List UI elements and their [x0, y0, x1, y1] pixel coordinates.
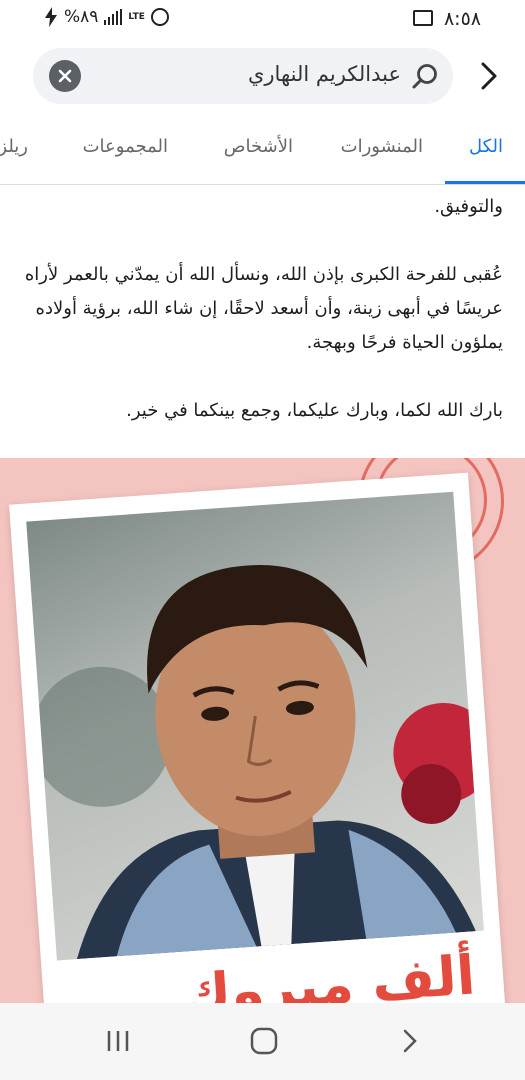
home-icon: [250, 1027, 278, 1055]
chevron-right-icon: [403, 1029, 417, 1053]
tab-reels[interactable]: ريلز: [0, 136, 28, 157]
recent-apps-button[interactable]: [98, 1025, 138, 1057]
search-query: عبدالكريم النهاري: [247, 62, 401, 86]
polaroid-frame: ألف مبروك: [9, 472, 507, 1003]
post-paragraph: بارك الله لكما، وبارك عليكما، وجمع بينكم…: [126, 400, 503, 421]
status-time: ٨:٥٨: [443, 8, 481, 30]
post-image[interactable]: ألف مبروك: [0, 458, 525, 1003]
nav-back-button[interactable]: [390, 1025, 430, 1057]
chevron-right-icon: [481, 62, 497, 90]
active-tab-indicator: [445, 181, 525, 184]
close-icon: [58, 69, 72, 83]
image-notification-icon: [413, 10, 433, 26]
tab-all[interactable]: الكل: [469, 136, 503, 157]
recent-apps-icon: [107, 1031, 129, 1051]
image-caption: ألف مبروك: [179, 943, 478, 1003]
search-field[interactable]: عبدالكريم النهاري: [33, 48, 453, 104]
post-body: والتوفيق. عُقبى للفرحة الكبرى بإذن الله،…: [22, 190, 503, 428]
status-left-group: %٨٩ LTE: [44, 7, 169, 27]
battery-percent: %٨٩: [64, 7, 99, 27]
network-type: LTE: [128, 11, 145, 22]
home-button[interactable]: [244, 1025, 284, 1057]
portrait-photo: [26, 491, 484, 961]
alarm-icon: [150, 8, 169, 26]
clear-search-button[interactable]: [49, 60, 81, 92]
tab-posts[interactable]: المنشورات: [341, 136, 423, 157]
tab-people[interactable]: الأشخاص: [224, 136, 293, 157]
post-paragraph: عُقبى للفرحة الكبرى بإذن الله، ونسأل الل…: [24, 264, 503, 353]
portrait-illustration: [31, 565, 484, 960]
status-bar: %٨٩ LTE ٨:٥٨: [0, 0, 525, 40]
search-tabs: الكل المنشورات الأشخاص المجموعات ريلز: [0, 112, 525, 185]
search-icon: [412, 64, 437, 89]
search-header: عبدالكريم النهاري: [0, 40, 525, 112]
tab-groups[interactable]: المجموعات: [83, 136, 168, 157]
signal-icon: [104, 9, 123, 25]
post-paragraph: والتوفيق.: [434, 196, 503, 217]
system-nav-bar: [0, 1003, 525, 1080]
battery-charging-icon: [45, 7, 57, 27]
back-button[interactable]: [473, 56, 505, 96]
